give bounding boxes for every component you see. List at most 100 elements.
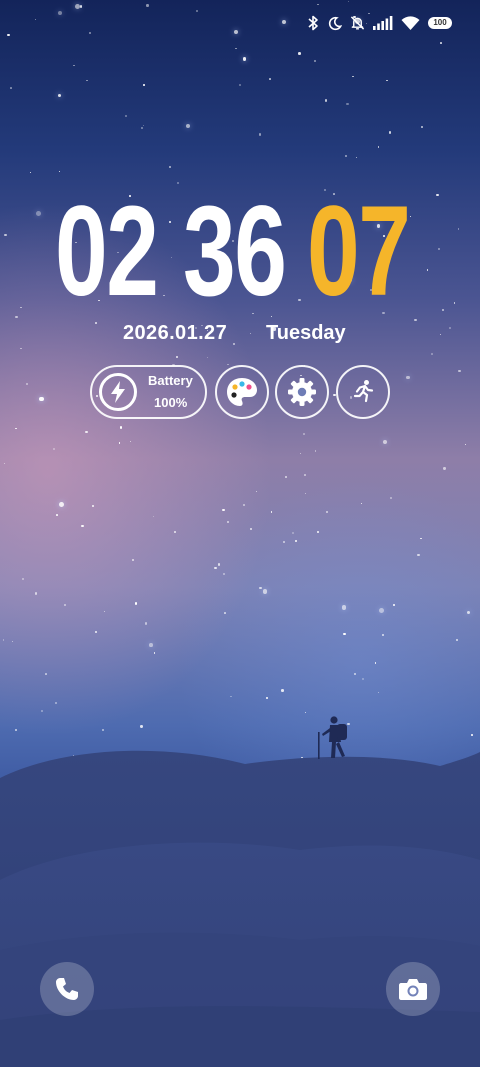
star (86, 80, 88, 82)
hiker-silhouette (318, 716, 347, 759)
star (125, 115, 128, 118)
battery-widget-value: 100% (154, 395, 188, 410)
star (382, 440, 388, 445)
star (304, 473, 307, 476)
running-person-icon (353, 380, 374, 403)
star (56, 514, 58, 516)
palette-icon (227, 378, 257, 406)
star (299, 452, 301, 455)
star (243, 504, 245, 507)
star (168, 166, 171, 169)
star (176, 181, 180, 184)
phone-shortcut-button[interactable] (40, 962, 94, 1016)
star (440, 41, 442, 44)
star (281, 19, 286, 24)
star (7, 33, 10, 37)
star (119, 426, 123, 429)
star (206, 356, 208, 358)
star (374, 662, 377, 664)
star (3, 462, 6, 465)
star (341, 604, 347, 610)
star (317, 4, 319, 6)
star (57, 93, 62, 98)
star (386, 79, 388, 82)
star (10, 86, 12, 89)
star (420, 537, 422, 539)
star (406, 375, 410, 380)
lightning-icon (99, 373, 137, 411)
star (420, 125, 423, 128)
star (34, 18, 37, 21)
star (195, 10, 198, 13)
star (324, 99, 328, 102)
clock-minutes: 36 (183, 180, 287, 323)
star (143, 84, 145, 86)
star (314, 450, 316, 452)
star (256, 490, 258, 492)
star (326, 510, 329, 513)
star (382, 633, 385, 636)
star (148, 643, 153, 647)
star (388, 131, 392, 134)
camera-shortcut-button[interactable] (386, 962, 440, 1016)
phone-icon (56, 978, 78, 1000)
star (298, 52, 301, 55)
workout-button[interactable] (336, 365, 390, 419)
star (303, 433, 305, 436)
star (226, 521, 230, 524)
star (314, 60, 317, 63)
star (142, 124, 145, 127)
star (2, 638, 5, 641)
star (464, 443, 467, 446)
camera-icon (399, 979, 427, 1000)
star (268, 78, 271, 81)
star (234, 30, 239, 35)
star (131, 559, 134, 562)
star (186, 124, 191, 129)
star (417, 554, 420, 557)
star (354, 672, 357, 675)
star (85, 431, 88, 434)
star (242, 57, 247, 61)
star (58, 170, 60, 172)
star (259, 133, 262, 136)
star (352, 75, 354, 78)
star (377, 146, 380, 148)
theme-button[interactable] (215, 365, 269, 419)
star (360, 502, 362, 505)
star (52, 447, 55, 450)
battery-widget[interactable]: Battery 100% (90, 365, 207, 419)
star (343, 633, 346, 636)
signal-icon (373, 16, 393, 30)
star (345, 155, 348, 158)
star (134, 602, 137, 605)
star (79, 5, 83, 8)
star (38, 396, 44, 402)
star (346, 102, 349, 106)
star (92, 504, 95, 507)
star (57, 10, 62, 15)
wifi-icon (401, 16, 420, 30)
star (118, 442, 121, 444)
star (153, 652, 156, 654)
moon-icon (328, 16, 342, 30)
star (443, 467, 446, 470)
star (235, 47, 238, 50)
star (239, 84, 241, 87)
star (88, 31, 92, 35)
star (224, 612, 226, 614)
settings-button[interactable] (275, 365, 329, 419)
star (466, 610, 471, 614)
star (295, 540, 298, 542)
star (103, 610, 106, 613)
star (348, 0, 350, 2)
star (129, 441, 131, 443)
star (173, 530, 176, 533)
clock-seconds: 07 (307, 180, 411, 323)
star (58, 501, 64, 507)
star (291, 531, 295, 534)
star (20, 348, 22, 350)
star (283, 541, 285, 543)
star (25, 382, 28, 386)
star (259, 586, 262, 589)
